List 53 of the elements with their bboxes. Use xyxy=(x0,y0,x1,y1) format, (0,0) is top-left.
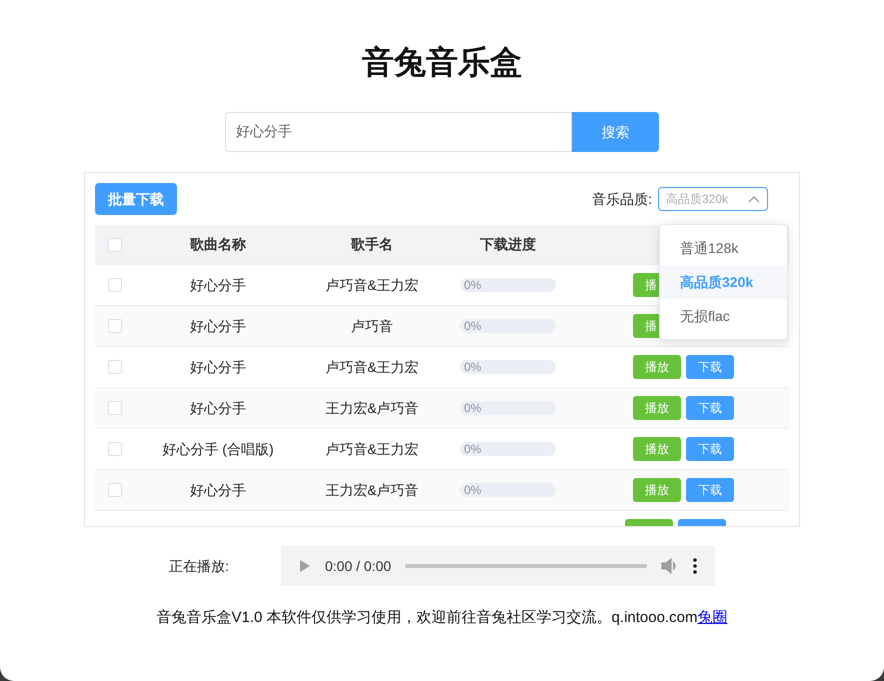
column-header: 下载进度 xyxy=(480,235,536,254)
community-link[interactable]: 兔圈 xyxy=(697,607,728,630)
progress-bar: 0% xyxy=(460,442,556,456)
column-header: 歌曲名称 xyxy=(190,235,246,254)
play-button[interactable]: 播放 xyxy=(633,355,681,379)
play-button[interactable]: 播放 xyxy=(633,396,681,420)
singer-name: 卢巧音&王力宏 xyxy=(325,276,419,294)
search-button[interactable]: 搜索 xyxy=(572,112,659,152)
quality-label: 音乐品质: xyxy=(592,190,652,208)
download-button[interactable]: 下载 xyxy=(686,355,734,379)
download-button[interactable]: 下载 xyxy=(686,478,734,502)
quality-select[interactable]: 高品质320k xyxy=(658,187,768,211)
progress-bar: 0% xyxy=(460,360,556,374)
audio-player[interactable]: 0:00 / 0:00 xyxy=(281,546,715,586)
chevron-up-icon xyxy=(748,195,760,203)
song-name: 好心分手 xyxy=(190,276,246,294)
song-name: 好心分手 xyxy=(190,316,246,336)
quality-option[interactable]: 普通128k xyxy=(660,231,787,265)
more-icon[interactable] xyxy=(693,558,697,574)
footer-text: 音兔音乐盒V1.0 本软件仅供学习使用，欢迎前往音兔社区学习交流。q.intooo.com xyxy=(156,608,698,628)
checkbox[interactable] xyxy=(108,238,122,252)
quality-option[interactable]: 高品质320k xyxy=(660,265,787,299)
now-playing-label: 正在播放: xyxy=(169,556,230,576)
song-name: 好心分手 xyxy=(190,358,246,376)
singer-name: 卢巧音 xyxy=(351,316,393,336)
app-title: 音兔音乐盒 xyxy=(362,43,522,82)
time-display: 0:00 / 0:00 xyxy=(325,556,392,576)
checkbox[interactable] xyxy=(108,401,122,415)
checkbox[interactable] xyxy=(108,442,122,456)
progress-bar: 0% xyxy=(460,401,556,415)
progress-bar: 0% xyxy=(460,319,556,333)
download-button[interactable]: 下载 xyxy=(686,396,734,420)
singer-name: 卢巧音&王力宏 xyxy=(325,440,419,458)
song-name: 好心分手 (合唱版) xyxy=(162,440,274,459)
song-name: 好心分手 xyxy=(190,398,246,418)
singer-name: 王力宏&卢巧音 xyxy=(325,398,419,418)
search-field[interactable]: 好心分手 xyxy=(225,112,572,152)
song-name: 好心分手 xyxy=(190,480,246,500)
checkbox[interactable] xyxy=(108,483,122,497)
progress-bar: 0% xyxy=(460,278,556,292)
progress-bar: 0% xyxy=(460,483,556,497)
play-button[interactable]: 播放 xyxy=(633,437,681,461)
checkbox[interactable] xyxy=(108,360,122,374)
column-header: 歌手名 xyxy=(351,235,393,254)
play-button[interactable]: 播放 xyxy=(633,478,681,502)
batch-download-button[interactable]: 批量下载 xyxy=(95,183,177,215)
checkbox[interactable] xyxy=(108,319,122,333)
seek-bar[interactable] xyxy=(405,564,647,568)
download-button[interactable]: 下载 xyxy=(686,437,734,461)
checkbox[interactable] xyxy=(108,278,122,292)
play-icon[interactable] xyxy=(299,559,311,573)
singer-name: 王力宏&卢巧音 xyxy=(325,480,419,500)
singer-name: 卢巧音&王力宏 xyxy=(325,358,419,376)
